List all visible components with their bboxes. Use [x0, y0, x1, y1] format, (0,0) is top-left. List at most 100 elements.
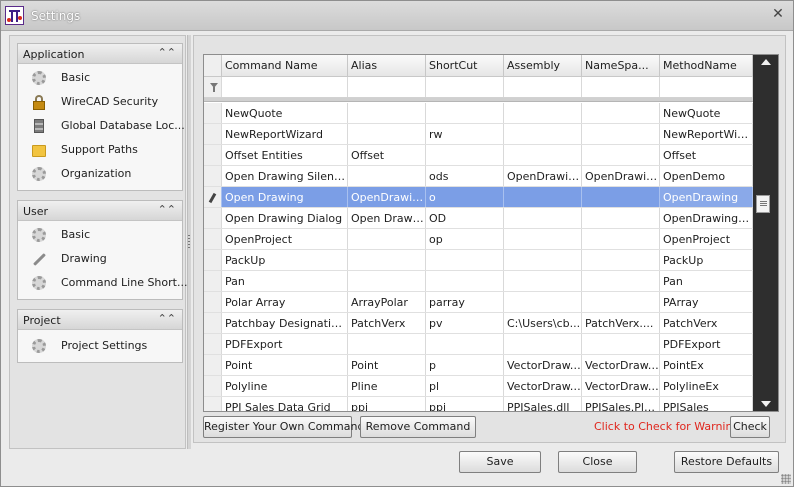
filter-cell-alias[interactable]	[348, 77, 426, 97]
title-bar[interactable]: Settings ✕	[1, 1, 793, 31]
cell-method-name[interactable]: OpenDrawing	[660, 187, 753, 207]
cell-namespace[interactable]: PPISales.Plu...	[582, 397, 660, 411]
filter-cell-namespace[interactable]	[582, 77, 660, 97]
column-header-command-name[interactable]: Command Name	[222, 55, 348, 76]
row-indicator[interactable]	[204, 271, 222, 291]
filter-cell-method-name[interactable]	[660, 77, 753, 97]
cell-method-name[interactable]: PArray	[660, 292, 753, 312]
cell-namespace[interactable]: OpenDrawin...	[582, 166, 660, 186]
table-row[interactable]: PDFExport PDFExport	[204, 334, 753, 355]
cell-namespace[interactable]	[582, 187, 660, 207]
filter-cell-assembly[interactable]	[504, 77, 582, 97]
check-button[interactable]: Check	[730, 416, 770, 438]
nav-item-user-basic[interactable]: Basic	[18, 223, 182, 247]
cell-shortcut[interactable]: op	[426, 229, 504, 249]
row-indicator[interactable]	[204, 208, 222, 228]
group-header-project[interactable]: Project ⌃⌃	[18, 310, 182, 330]
table-row[interactable]: NewReportWizard rw NewReportWiz...	[204, 124, 753, 145]
cell-command-name[interactable]: NewQuote	[222, 103, 348, 123]
cell-shortcut[interactable]	[426, 145, 504, 165]
cell-assembly[interactable]	[504, 229, 582, 249]
nav-item-drawing[interactable]: Drawing	[18, 247, 182, 271]
cell-namespace[interactable]	[582, 103, 660, 123]
restore-defaults-button[interactable]: Restore Defaults	[674, 451, 779, 473]
close-icon[interactable]: ✕	[771, 7, 785, 21]
table-row[interactable]: Offset Entities Offset Offset	[204, 145, 753, 166]
row-indicator[interactable]	[204, 187, 222, 207]
cell-assembly[interactable]	[504, 292, 582, 312]
column-header-assembly[interactable]: Assembly	[504, 55, 582, 76]
cell-command-name[interactable]: Open Drawing Dialog	[222, 208, 348, 228]
cell-namespace[interactable]: VectorDraw....	[582, 376, 660, 396]
cell-shortcut[interactable]: OD	[426, 208, 504, 228]
cell-assembly[interactable]: PPISales.dll	[504, 397, 582, 411]
cell-assembly[interactable]	[504, 103, 582, 123]
collapse-chevron-icon[interactable]: ⌃⌃	[158, 203, 176, 216]
cell-method-name[interactable]: Offset	[660, 145, 753, 165]
row-indicator[interactable]	[204, 124, 222, 144]
cell-method-name[interactable]: PatchVerx	[660, 313, 753, 333]
cell-command-name[interactable]: Patchbay Designation ...	[222, 313, 348, 333]
cell-method-name[interactable]: PPISales	[660, 397, 753, 411]
cell-method-name[interactable]: Pan	[660, 271, 753, 291]
cell-assembly[interactable]	[504, 187, 582, 207]
cell-assembly[interactable]	[504, 250, 582, 270]
cell-method-name[interactable]: PointEx	[660, 355, 753, 375]
column-header-method-name[interactable]: MethodName	[660, 55, 753, 76]
cell-method-name[interactable]: OpenDemo	[660, 166, 753, 186]
group-header-user[interactable]: User ⌃⌃	[18, 201, 182, 221]
row-indicator[interactable]	[204, 229, 222, 249]
cell-shortcut[interactable]	[426, 103, 504, 123]
cell-method-name[interactable]: OpenDrawingD...	[660, 208, 753, 228]
cell-namespace[interactable]	[582, 250, 660, 270]
nav-item-support-paths[interactable]: Support Paths	[18, 138, 182, 162]
panel-splitter[interactable]	[187, 35, 191, 449]
cell-alias[interactable]	[348, 103, 426, 123]
column-header-namespace[interactable]: NameSpa...	[582, 55, 660, 76]
cell-assembly[interactable]	[504, 208, 582, 228]
save-button[interactable]: Save	[459, 451, 541, 473]
row-indicator[interactable]	[204, 397, 222, 411]
cell-method-name[interactable]: PDFExport	[660, 334, 753, 354]
cell-namespace[interactable]: PatchVerx....	[582, 313, 660, 333]
cell-alias[interactable]	[348, 271, 426, 291]
table-row[interactable]: OpenProject op OpenProject	[204, 229, 753, 250]
cell-command-name[interactable]: Point	[222, 355, 348, 375]
grid-vertical-scrollbar[interactable]	[753, 55, 778, 411]
scroll-thumb[interactable]	[756, 195, 770, 213]
cell-shortcut[interactable]: ppi	[426, 397, 504, 411]
nav-item-organization[interactable]: Organization	[18, 162, 182, 186]
cell-alias[interactable]: Offset	[348, 145, 426, 165]
cell-shortcut[interactable]: pl	[426, 376, 504, 396]
cell-method-name[interactable]: NewReportWiz...	[660, 124, 753, 144]
row-indicator[interactable]	[204, 292, 222, 312]
nav-item-project-settings[interactable]: Project Settings	[18, 334, 182, 358]
nav-item-command-line-shortcuts[interactable]: Command Line Short...	[18, 271, 187, 295]
cell-assembly[interactable]	[504, 334, 582, 354]
cell-alias[interactable]: ArrayPolar	[348, 292, 426, 312]
cell-method-name[interactable]: PolylineEx	[660, 376, 753, 396]
cell-command-name[interactable]: Polyline	[222, 376, 348, 396]
cell-assembly[interactable]: C:\Users\cb...	[504, 313, 582, 333]
cell-namespace[interactable]	[582, 208, 660, 228]
column-header-shortcut[interactable]: ShortCut	[426, 55, 504, 76]
filter-cell-command-name[interactable]	[222, 77, 348, 97]
cell-namespace[interactable]: VectorDraw....	[582, 355, 660, 375]
table-row[interactable]: PPI Sales Data Grid ppi ppi PPISales.dll PPI…	[204, 397, 753, 411]
cell-alias[interactable]: Open Drawi...	[348, 208, 426, 228]
check-warnings-link[interactable]: Click to Check for Warnings	[594, 420, 745, 433]
close-button[interactable]: Close	[558, 451, 637, 473]
cell-command-name[interactable]: PPI Sales Data Grid	[222, 397, 348, 411]
cell-namespace[interactable]	[582, 271, 660, 291]
cell-assembly[interactable]: OpenDrawin...	[504, 166, 582, 186]
filter-cell-shortcut[interactable]	[426, 77, 504, 97]
cell-method-name[interactable]: OpenProject	[660, 229, 753, 249]
cell-method-name[interactable]: PackUp	[660, 250, 753, 270]
cell-shortcut[interactable]	[426, 334, 504, 354]
cell-shortcut[interactable]: o	[426, 187, 504, 207]
cell-alias[interactable]: ppi	[348, 397, 426, 411]
cell-assembly[interactable]: VectorDraw....	[504, 376, 582, 396]
row-indicator[interactable]	[204, 313, 222, 333]
nav-item-wirecad-security[interactable]: WireCAD Security	[18, 90, 182, 114]
cell-assembly[interactable]	[504, 145, 582, 165]
